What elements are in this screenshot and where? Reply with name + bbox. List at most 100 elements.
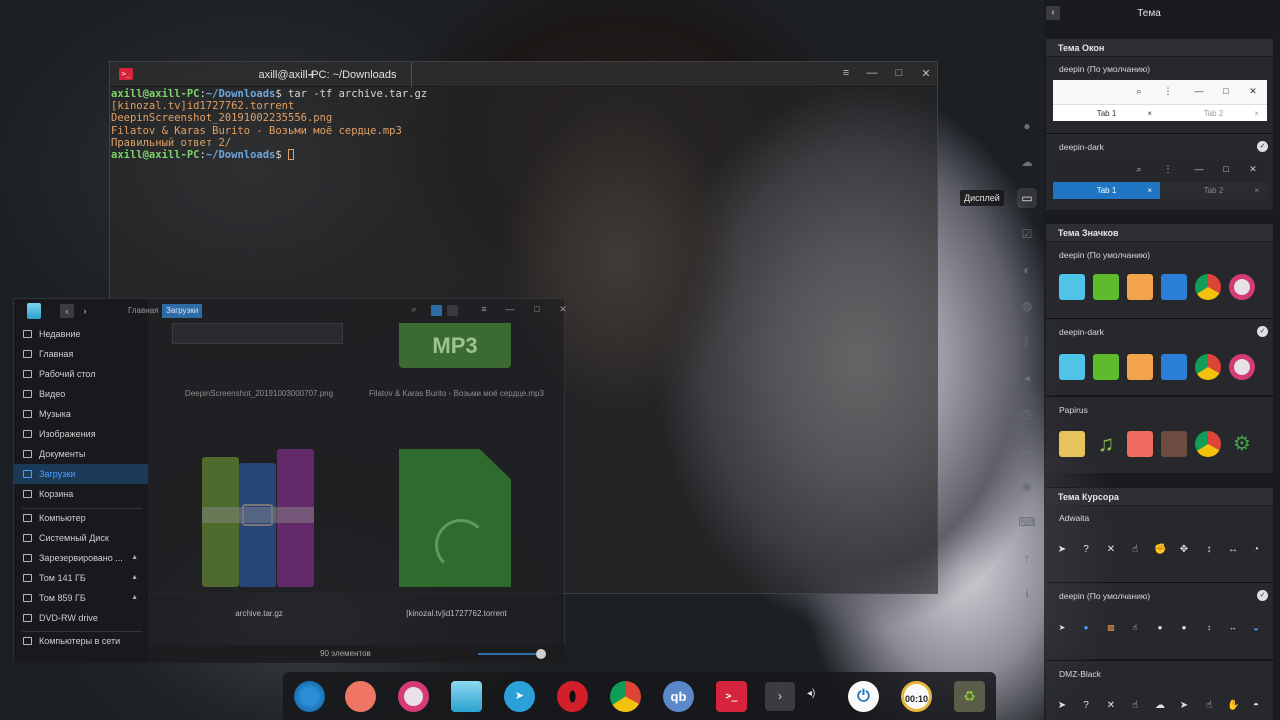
info-icon[interactable]: i [1017, 584, 1037, 604]
opera-icon[interactable] [557, 681, 588, 712]
file-item[interactable]: archive.tar.gz [169, 449, 349, 619]
minimize-button[interactable]: — [865, 67, 879, 79]
update-icon[interactable]: ↑ [1017, 548, 1037, 568]
terminal-line: axill@axill-PC:~/Downloads$ [111, 149, 936, 161]
computer-icon [23, 514, 32, 522]
disk-icon [23, 534, 32, 542]
sidebar-item-desktop[interactable]: Рабочий стол [14, 364, 148, 384]
file-item[interactable]: [kinozal.tv]id1727762.torrent [359, 449, 554, 619]
bluetooth-icon[interactable]: ᛒ [1017, 332, 1037, 352]
file-manager-icon[interactable] [451, 681, 482, 712]
presentation-app-icon[interactable] [345, 681, 376, 712]
sidebar-item-system-disk[interactable]: Системный Диск [14, 528, 148, 548]
control-center-icon[interactable] [398, 681, 429, 712]
forward-button[interactable]: › [78, 304, 92, 318]
sidebar-item-recent[interactable]: Недавние [14, 324, 148, 344]
network-icon[interactable]: ◍ [1017, 296, 1037, 316]
tab-close-icon: × [1147, 186, 1152, 195]
breadcrumb-downloads[interactable]: Загрузки [162, 304, 203, 318]
sidebar-item-documents[interactable]: Документы [14, 444, 148, 464]
tab-label: Tab 2 [1203, 186, 1224, 195]
power-icon[interactable]: ⏻ [848, 681, 879, 712]
terminal-titlebar[interactable]: >_ axill@axill-PC: ~/Downloads + ≡ — □ ✕ [110, 62, 937, 87]
cross-cursor-icon: ▩ [1107, 623, 1115, 632]
sidebar-item-label: Корзина [39, 489, 74, 499]
add-tab-button[interactable]: + [308, 66, 316, 82]
window-theme-preview-light: ⌕ ⋮ — □ ✕ Tab 1 × Tab 2 × [1053, 80, 1267, 126]
datetime-icon[interactable]: ◷ [1017, 404, 1037, 424]
keyboard-icon[interactable]: ⌨ [1017, 512, 1037, 532]
qbittorrent-icon[interactable]: qb [663, 681, 694, 712]
tray-expand-button[interactable]: › [765, 682, 795, 711]
launcher-icon[interactable] [294, 681, 325, 712]
power-icon[interactable]: ▬ [1017, 440, 1037, 460]
default-apps-icon[interactable]: ☑ [1017, 224, 1037, 244]
item-count: 90 элементов [320, 649, 371, 658]
arrow-cursor-icon: ➤ [1057, 700, 1067, 711]
file-item[interactable]: DeepinScreenshot_20191003000707.png [169, 323, 349, 398]
download-icon [23, 470, 32, 478]
music-icon [23, 410, 32, 418]
video-icon [1161, 354, 1187, 380]
chrome-icon[interactable] [610, 681, 641, 712]
sidebar-item-trash[interactable]: Корзина [14, 484, 148, 504]
zoom-slider-handle[interactable] [535, 649, 546, 659]
eject-icon[interactable]: ▲ [131, 548, 138, 568]
close-button[interactable]: ✕ [919, 67, 933, 80]
list-view-button[interactable] [447, 305, 458, 316]
chrome-icon [1195, 354, 1221, 380]
sidebar-item-downloads[interactable]: Загрузки [14, 464, 148, 484]
terminal-output[interactable]: axill@axill-PC:~/Downloads$ tar -tf arch… [110, 87, 937, 162]
sidebar-item-computer[interactable]: Компьютер [14, 508, 148, 528]
sound-icon[interactable]: ◂ [1017, 368, 1037, 388]
eject-icon[interactable]: ▲ [131, 568, 138, 588]
clock-icon[interactable]: 00:10 [901, 681, 932, 712]
icon-view-button[interactable] [431, 305, 442, 316]
sidebar-item-label: Рабочий стол [39, 369, 96, 379]
menu-icon[interactable]: ≡ [839, 67, 853, 79]
sidebar-item-music[interactable]: Музыка [14, 404, 148, 424]
move-cursor-icon: ✥ [1179, 544, 1189, 555]
close-button[interactable]: ✕ [557, 304, 569, 315]
eject-icon[interactable]: ▲ [131, 588, 138, 608]
telegram-icon[interactable]: ➤ [504, 681, 535, 712]
sidebar-item-volume-141[interactable]: Том 141 ГБ ▲ [14, 568, 148, 588]
sidebar-item-label: Зарезервировано ... [39, 553, 123, 563]
resize-horizontal-cursor-icon: ↔ [1229, 623, 1237, 632]
sidebar-item-pictures[interactable]: Изображения [14, 424, 148, 444]
sidebar-item-network[interactable]: Компьютеры в сети [14, 631, 148, 651]
desktop-icon [23, 370, 32, 378]
sidebar-item-videos[interactable]: Видео [14, 384, 148, 404]
maximize-button[interactable]: □ [892, 67, 906, 79]
mouse-icon[interactable]: ◉ [1017, 476, 1037, 496]
breadcrumb-home[interactable]: Главная [124, 304, 162, 318]
terminal-tab-title[interactable]: axill@axill-PC: ~/Downloads [240, 69, 415, 81]
cursor-theme-header: Тема Курсора [1046, 487, 1273, 505]
image-icon [23, 430, 32, 438]
menu-icon[interactable]: ≡ [478, 304, 490, 314]
accounts-icon[interactable]: ● [1017, 116, 1037, 136]
display-icon[interactable]: ▭ [1017, 188, 1037, 208]
terminal-icon[interactable]: >_ [716, 681, 747, 712]
sidebar-item-volume-859[interactable]: Том 859 ГБ ▲ [14, 588, 148, 608]
sidebar-item-dvd[interactable]: DVD-RW drive [14, 608, 148, 628]
back-button[interactable]: ‹ [60, 304, 74, 318]
wait-cursor-icon: ◔ [1252, 544, 1260, 555]
zoom-slider[interactable] [478, 653, 541, 655]
sidebar-item-reserved[interactable]: Зарезервировано ... ▲ [14, 548, 148, 568]
trash-icon[interactable]: ♻ [954, 681, 985, 712]
file-item[interactable]: MP3 Filatov & Karas Burito - Возьми моё … [359, 323, 554, 398]
disc-icon [23, 614, 32, 622]
search-icon[interactable]: ⌕ [408, 304, 420, 315]
cloud-icon[interactable]: ☁ [1017, 152, 1037, 172]
sidebar-item-label: Том 859 ГБ [39, 593, 86, 603]
volume-icon[interactable]: ◂) [807, 688, 815, 699]
tooltip: Дисплей [960, 190, 1004, 206]
maximize-button[interactable]: □ [531, 304, 543, 314]
personalization-icon[interactable]: ◐ [1017, 260, 1037, 280]
file-manager-window[interactable]: Недавние Главная Рабочий стол Видео Музы… [13, 298, 567, 663]
minimize-icon: — [1194, 164, 1204, 174]
theme-name: deepin (По умолчанию) [1059, 591, 1151, 601]
minimize-button[interactable]: — [504, 304, 516, 314]
sidebar-item-home[interactable]: Главная [14, 344, 148, 364]
